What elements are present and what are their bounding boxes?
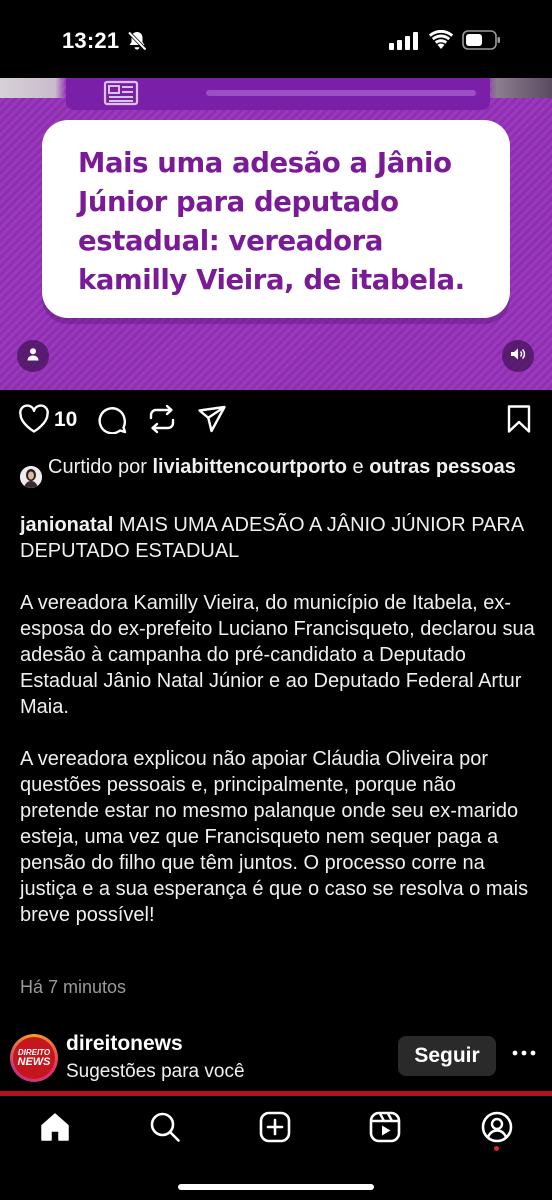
wifi-icon — [428, 29, 454, 55]
battery-icon — [462, 30, 502, 55]
post-image[interactable]: Mais uma adesão a Jânio Júnior para depu… — [0, 78, 552, 390]
banner-line — [206, 90, 476, 96]
more-options-icon[interactable] — [512, 1044, 536, 1062]
suggested-username[interactable]: direitonews — [66, 1032, 183, 1056]
liked-by-avatar[interactable] — [20, 466, 42, 488]
bell-muted-icon — [126, 30, 148, 57]
headline-card: Mais uma adesão a Jânio Júnior para depu… — [42, 120, 510, 318]
tagged-users-button[interactable] — [17, 340, 49, 372]
status-bar: 13:21 — [0, 0, 552, 78]
like-count[interactable]: 10 — [54, 408, 77, 432]
speaker-icon — [510, 347, 526, 366]
cellular-signal-icon — [389, 32, 419, 55]
user-icon — [26, 347, 40, 366]
suggested-account: DIREITO NEWS direitonews Sugestões para … — [0, 1030, 552, 1090]
liked-by-text: Curtido por liviabittencourtporto e outr… — [48, 454, 538, 480]
profile-icon[interactable] — [480, 1110, 514, 1149]
newspaper-icon — [103, 80, 139, 111]
reels-icon[interactable] — [368, 1110, 402, 1149]
follow-button[interactable]: Seguir — [398, 1036, 496, 1076]
liked-by-prefix: Curtido por — [48, 456, 153, 478]
headline-text: Mais uma adesão a Jânio Júnior para depu… — [78, 147, 465, 296]
home-indicator[interactable] — [178, 1184, 374, 1190]
audio-toggle-button[interactable] — [502, 340, 534, 372]
post-caption: janionatal MAIS UMA ADESÃO A JÂNIO JÚNIO… — [20, 512, 535, 954]
bookmark-icon[interactable] — [506, 404, 532, 439]
create-icon[interactable] — [258, 1110, 292, 1149]
share-icon[interactable] — [197, 404, 227, 439]
comment-icon[interactable] — [97, 404, 127, 439]
caption-title: janionatal MAIS UMA ADESÃO A JÂNIO JÚNIO… — [20, 512, 535, 564]
post-timestamp: Há 7 minutos — [20, 977, 127, 997]
suggested-account-avatar[interactable]: DIREITO NEWS — [10, 1034, 58, 1082]
caption-paragraph-2: A vereadora explicou não apoiar Cláudia … — [20, 748, 529, 926]
caption-author[interactable]: janionatal — [20, 514, 113, 536]
avatar-logo-line-2: NEWS — [17, 1056, 51, 1068]
suggested-subtitle: Sugestões para você — [66, 1061, 245, 1082]
repost-icon[interactable] — [146, 404, 178, 439]
heart-icon[interactable] — [18, 404, 50, 439]
profile-notification-dot — [494, 1146, 499, 1151]
liked-by-connector: e — [346, 456, 370, 478]
status-time: 13:21 — [62, 28, 120, 53]
caption-paragraph-1: A vereadora Kamilly Vieira, do município… — [20, 592, 535, 718]
home-icon[interactable] — [38, 1110, 72, 1149]
liked-by-others[interactable]: outras pessoas — [369, 456, 516, 478]
liked-by-username[interactable]: liviabittencourtporto — [153, 456, 347, 478]
avatar-logo: DIREITO NEWS — [13, 1037, 55, 1079]
search-icon[interactable] — [148, 1110, 182, 1149]
bottom-tab-bar — [0, 1096, 552, 1200]
post-actions: 10 — [0, 398, 552, 444]
